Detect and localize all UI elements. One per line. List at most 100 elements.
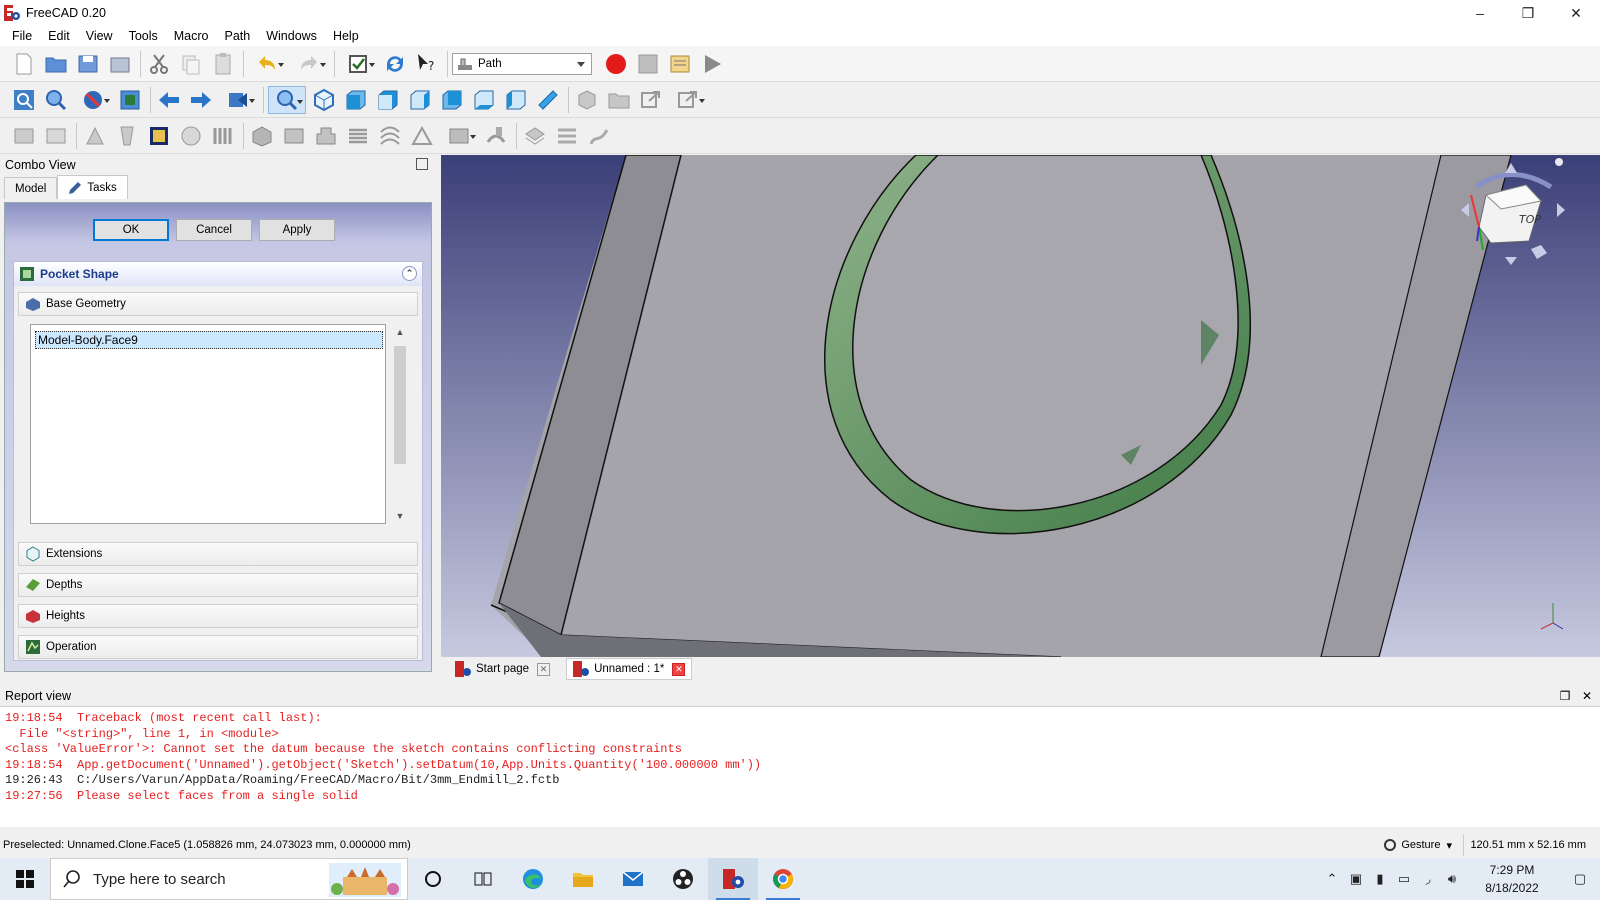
- tool-controller-icon[interactable]: [113, 122, 141, 150]
- cut-icon[interactable]: [145, 50, 173, 78]
- back-arrow-icon[interactable]: [155, 86, 183, 114]
- menu-edit[interactable]: Edit: [40, 26, 78, 46]
- zoom-icon[interactable]: [268, 85, 306, 114]
- left-view-icon[interactable]: [502, 86, 530, 114]
- copy-icon[interactable]: [177, 50, 205, 78]
- list-item[interactable]: Model-Body.Face9: [35, 331, 383, 349]
- navigation-style-selector[interactable]: Gesture ▾: [1383, 836, 1452, 854]
- notifications-icon[interactable]: ▢: [1560, 858, 1600, 900]
- volume-icon[interactable]: 🔊︎: [1440, 858, 1464, 900]
- send-to-icon[interactable]: [219, 86, 257, 114]
- file-explorer-icon[interactable]: [558, 858, 608, 900]
- recompute-icon[interactable]: [381, 50, 409, 78]
- draw-style-icon[interactable]: [74, 86, 112, 114]
- menu-view[interactable]: View: [78, 26, 121, 46]
- macro-run-icon[interactable]: [698, 50, 726, 78]
- forward-arrow-icon[interactable]: [187, 86, 215, 114]
- tab-unnamed[interactable]: Unnamed : 1* ✕: [566, 658, 693, 680]
- menu-path[interactable]: Path: [217, 26, 259, 46]
- isometric-view-icon[interactable]: [310, 86, 338, 114]
- scroll-down-icon[interactable]: ▼: [392, 508, 408, 524]
- macro-record-icon[interactable]: [602, 50, 630, 78]
- open-file-icon[interactable]: [42, 50, 70, 78]
- section-operation[interactable]: Operation: [18, 635, 418, 659]
- bottom-view-icon[interactable]: [470, 86, 498, 114]
- menu-macro[interactable]: Macro: [166, 26, 217, 46]
- section-depths[interactable]: Depths: [18, 573, 418, 597]
- measure-distance-icon[interactable]: [534, 86, 562, 114]
- array-icon[interactable]: [209, 122, 237, 150]
- 3d-scene[interactable]: TOP: [441, 155, 1600, 657]
- fit-selection-icon[interactable]: [42, 86, 70, 114]
- paste-icon[interactable]: [209, 50, 237, 78]
- stock-icon[interactable]: [145, 122, 173, 150]
- tab-start-page[interactable]: Start page ✕: [449, 658, 556, 680]
- taskbar-search[interactable]: Type here to search: [50, 858, 408, 900]
- menu-windows[interactable]: Windows: [258, 26, 325, 46]
- float-panel-icon[interactable]: [416, 158, 428, 170]
- obs-icon[interactable]: [658, 858, 708, 900]
- waterline-icon[interactable]: [553, 122, 581, 150]
- bounding-box-icon[interactable]: [116, 86, 144, 114]
- clock[interactable]: 7:29 PM 8/18/2022: [1472, 861, 1552, 897]
- section-extensions[interactable]: Extensions: [18, 542, 418, 566]
- tab-tasks[interactable]: Tasks: [57, 175, 128, 199]
- link-actions-icon[interactable]: [669, 86, 707, 114]
- menu-file[interactable]: File: [4, 26, 40, 46]
- chrome-icon[interactable]: [758, 858, 808, 900]
- microphone-icon[interactable]: ▮: [1368, 858, 1392, 900]
- redo-icon[interactable]: [290, 50, 328, 78]
- dressup-icon[interactable]: [521, 122, 549, 150]
- sphere-icon[interactable]: [177, 122, 205, 150]
- helix-icon[interactable]: [376, 122, 404, 150]
- drilling-icon[interactable]: [312, 122, 340, 150]
- close-panel-icon[interactable]: ✕: [1580, 689, 1594, 703]
- close-tab-icon[interactable]: ✕: [537, 662, 551, 676]
- top-view-icon[interactable]: [374, 86, 402, 114]
- battery-icon[interactable]: ▭: [1392, 858, 1416, 900]
- section-heights[interactable]: Heights: [18, 604, 418, 628]
- fit-all-icon[interactable]: [10, 86, 38, 114]
- make-link-icon[interactable]: [637, 86, 665, 114]
- 3d-viewport[interactable]: TOP: [441, 155, 1600, 657]
- freecad-taskbar-icon[interactable]: [708, 858, 758, 900]
- scroll-thumb[interactable]: [394, 346, 406, 464]
- engrave-icon[interactable]: [408, 122, 436, 150]
- task-view-icon[interactable]: [458, 858, 508, 900]
- collapse-chevron-icon[interactable]: ⌃: [402, 266, 417, 281]
- new-file-icon[interactable]: [10, 50, 38, 78]
- restore-button[interactable]: ❒: [1504, 0, 1552, 26]
- geometry-list[interactable]: Model-Body.Face9: [30, 324, 386, 524]
- minimize-button[interactable]: –: [1456, 0, 1504, 26]
- profile-icon[interactable]: [248, 122, 276, 150]
- section-base-geometry[interactable]: Base Geometry: [18, 292, 418, 316]
- right-view-icon[interactable]: [406, 86, 434, 114]
- create-group-icon[interactable]: [605, 86, 633, 114]
- edge-icon[interactable]: [508, 858, 558, 900]
- macro-stop-icon[interactable]: [634, 50, 662, 78]
- cancel-button[interactable]: Cancel: [176, 219, 252, 241]
- create-part-icon[interactable]: [573, 86, 601, 114]
- chevron-up-icon[interactable]: ⌃: [1320, 858, 1344, 900]
- toolbit-icon[interactable]: [81, 122, 109, 150]
- undo-icon[interactable]: [248, 50, 286, 78]
- tab-model[interactable]: Model: [4, 177, 58, 199]
- job-icon[interactable]: [10, 122, 38, 150]
- cortana-icon[interactable]: [408, 858, 458, 900]
- close-button[interactable]: ✕: [1552, 0, 1600, 26]
- post-process-icon[interactable]: [42, 122, 70, 150]
- slot-icon[interactable]: [440, 122, 478, 150]
- whats-this-icon[interactable]: ?: [413, 50, 441, 78]
- mail-icon[interactable]: [608, 858, 658, 900]
- report-log[interactable]: 19:18:54 Traceback (most recent call las…: [0, 706, 1600, 827]
- simulator-icon[interactable]: [585, 122, 613, 150]
- macro-edit-icon[interactable]: [666, 50, 694, 78]
- ok-button[interactable]: OK: [93, 219, 169, 241]
- workbench-selector[interactable]: Path: [452, 52, 592, 75]
- refresh-check-icon[interactable]: [339, 50, 377, 78]
- menu-help[interactable]: Help: [325, 26, 367, 46]
- front-view-icon[interactable]: [342, 86, 370, 114]
- device-icon[interactable]: ▣: [1344, 858, 1368, 900]
- float-panel-icon[interactable]: ❒: [1558, 689, 1572, 703]
- menu-tools[interactable]: Tools: [121, 26, 166, 46]
